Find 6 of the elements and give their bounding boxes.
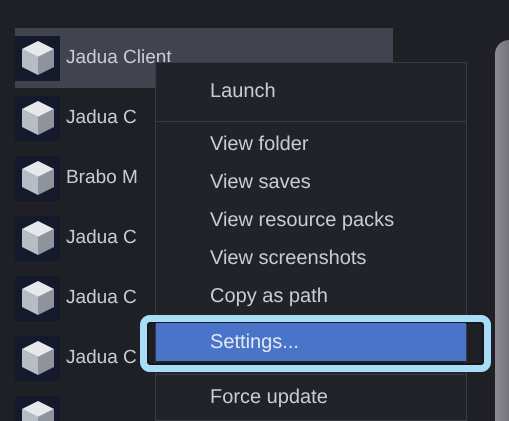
instance-name: Brabo M (66, 167, 138, 189)
instance-name: Jadua C (66, 107, 137, 129)
instance-name: Jadua Client (66, 47, 172, 69)
instance-name: Jadua C (66, 287, 137, 309)
instance-name: Jadua C (66, 347, 137, 369)
instance-name: Jadua C (66, 227, 137, 249)
